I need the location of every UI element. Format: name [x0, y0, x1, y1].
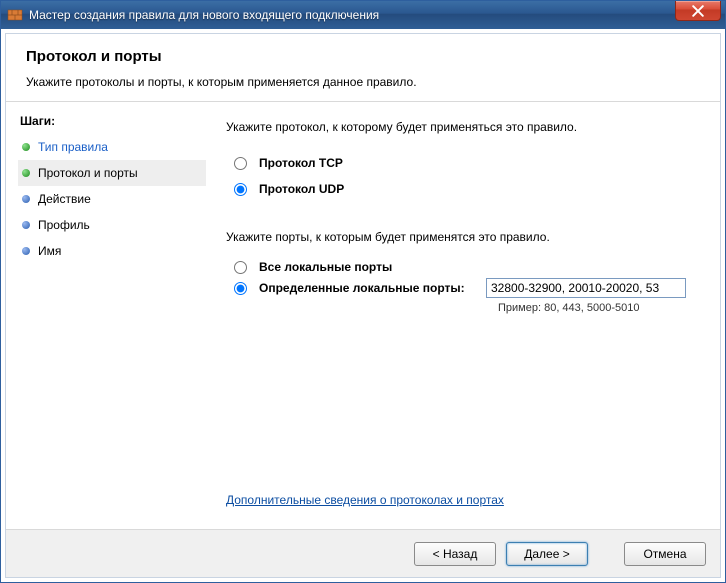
protocol-tcp-row: Протокол TCP [226, 154, 696, 172]
client-area: Протокол и порты Укажите протоколы и пор… [5, 33, 721, 578]
step-profile[interactable]: Профиль [18, 212, 206, 238]
wizard-body: Шаги: Тип правила Протокол и порты Дейст… [6, 102, 720, 529]
steps-sidebar: Шаги: Тип правила Протокол и порты Дейст… [6, 102, 206, 529]
step-protocol-ports[interactable]: Протокол и порты [18, 160, 206, 186]
ports-all-label[interactable]: Все локальные порты [259, 260, 392, 274]
main-panel: Укажите протокол, к которому будет приме… [206, 102, 720, 529]
step-bullet-icon [22, 169, 30, 177]
ports-input[interactable] [486, 278, 686, 298]
ports-prompt: Укажите порты, к которым будет применятс… [226, 230, 696, 244]
ports-all-row: Все локальные порты [226, 260, 696, 274]
step-label: Тип правила [38, 140, 108, 154]
ports-block: Укажите порты, к которым будет применятс… [226, 230, 696, 314]
ports-specific-row: Определенные локальные порты: [226, 278, 696, 298]
steps-heading: Шаги: [18, 110, 206, 134]
cancel-button[interactable]: Отмена [624, 542, 706, 566]
help-link[interactable]: Дополнительные сведения о протоколах и п… [226, 493, 504, 507]
page-title: Протокол и порты [26, 48, 700, 65]
ports-all-radio[interactable] [234, 261, 247, 274]
protocol-tcp-radio[interactable] [234, 157, 247, 170]
protocol-tcp-label[interactable]: Протокол TCP [259, 156, 343, 170]
ports-example: Пример: 80, 443, 5000-5010 [498, 302, 696, 314]
step-rule-type[interactable]: Тип правила [18, 134, 206, 160]
wizard-window: Мастер создания правила для нового входя… [0, 0, 726, 583]
firewall-icon [7, 7, 23, 23]
page-subtitle: Укажите протоколы и порты, к которым при… [26, 75, 700, 89]
close-button[interactable] [675, 1, 721, 21]
step-label: Протокол и порты [38, 166, 138, 180]
wizard-header: Протокол и порты Укажите протоколы и пор… [6, 34, 720, 102]
protocol-udp-row: Протокол UDP [226, 180, 696, 198]
step-name[interactable]: Имя [18, 238, 206, 264]
protocol-udp-radio[interactable] [234, 183, 247, 196]
step-bullet-icon [22, 195, 30, 203]
next-button[interactable]: Далее > [506, 542, 588, 566]
protocol-udp-label[interactable]: Протокол UDP [259, 182, 344, 196]
ports-specific-radio[interactable] [234, 282, 247, 295]
window-title: Мастер создания правила для нового входя… [29, 8, 379, 22]
protocol-prompt: Укажите протокол, к которому будет приме… [226, 120, 696, 134]
step-bullet-icon [22, 221, 30, 229]
step-bullet-icon [22, 247, 30, 255]
titlebar: Мастер создания правила для нового входя… [1, 1, 725, 29]
step-action[interactable]: Действие [18, 186, 206, 212]
ports-specific-label[interactable]: Определенные локальные порты: [259, 281, 465, 295]
help-link-row: Дополнительные сведения о протоколах и п… [226, 493, 696, 517]
back-button[interactable]: < Назад [414, 542, 496, 566]
step-label: Имя [38, 244, 61, 258]
wizard-footer: < Назад Далее > Отмена [6, 529, 720, 577]
step-label: Профиль [38, 218, 90, 232]
step-label: Действие [38, 192, 91, 206]
step-bullet-icon [22, 143, 30, 151]
